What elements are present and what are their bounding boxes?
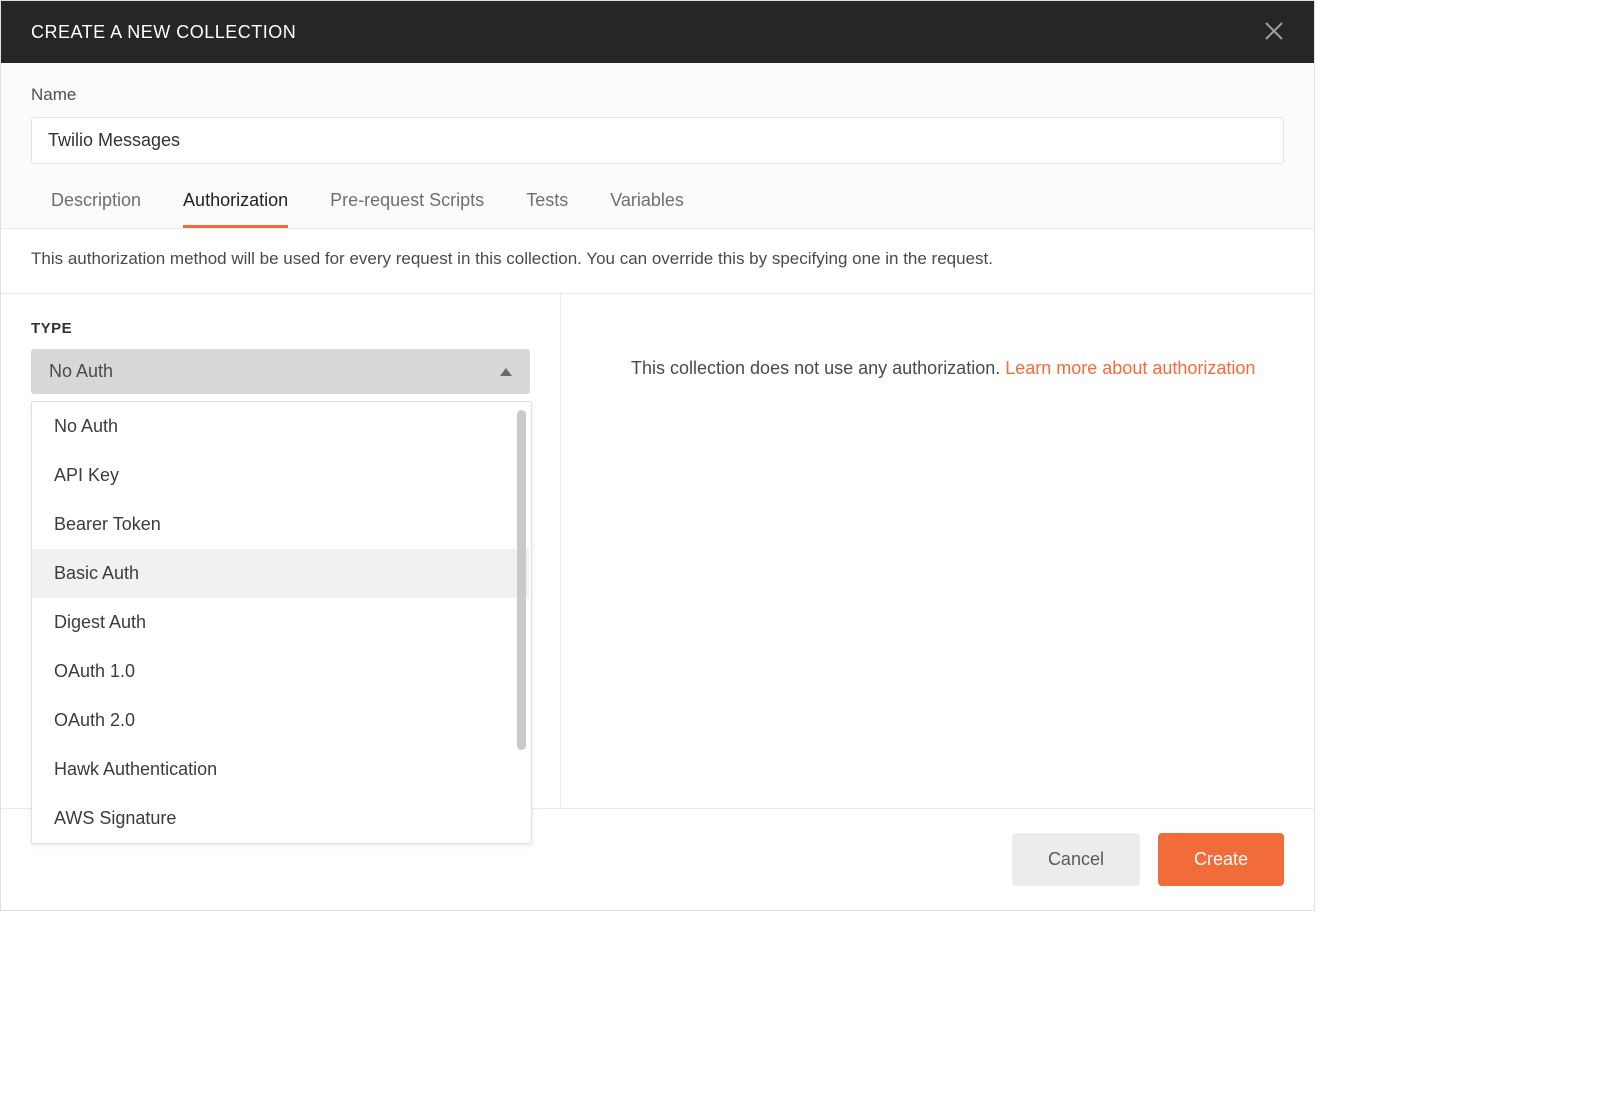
modal-title: CREATE A NEW COLLECTION bbox=[31, 22, 296, 43]
auth-right-panel: This collection does not use any authori… bbox=[561, 294, 1314, 808]
name-label: Name bbox=[31, 85, 1284, 105]
tab-authorization[interactable]: Authorization bbox=[183, 190, 288, 228]
cancel-button[interactable]: Cancel bbox=[1012, 833, 1140, 886]
name-section: Name bbox=[1, 63, 1314, 164]
auth-type-selected-value: No Auth bbox=[49, 361, 113, 382]
dropdown-option-basic-auth[interactable]: Basic Auth bbox=[32, 549, 529, 598]
auth-type-label: TYPE bbox=[31, 320, 530, 337]
dropdown-option-digest-auth[interactable]: Digest Auth bbox=[32, 598, 529, 647]
tab-pre-request-scripts[interactable]: Pre-request Scripts bbox=[330, 190, 484, 228]
auth-right-text: This collection does not use any authori… bbox=[631, 358, 1005, 378]
create-button[interactable]: Create bbox=[1158, 833, 1284, 886]
dropdown-option-aws-signature[interactable]: AWS Signature bbox=[32, 794, 529, 843]
caret-up-icon bbox=[500, 368, 512, 376]
tab-variables[interactable]: Variables bbox=[610, 190, 684, 228]
dropdown-option-bearer-token[interactable]: Bearer Token bbox=[32, 500, 529, 549]
dropdown-option-oauth-1[interactable]: OAuth 1.0 bbox=[32, 647, 529, 696]
create-collection-modal: CREATE A NEW COLLECTION Name Description… bbox=[0, 0, 1315, 911]
auth-type-select[interactable]: No Auth bbox=[31, 349, 530, 394]
auth-description: This authorization method will be used f… bbox=[1, 229, 1314, 294]
auth-type-dropdown: No Auth API Key Bearer Token Basic Auth … bbox=[31, 401, 532, 844]
dropdown-option-oauth-2[interactable]: OAuth 2.0 bbox=[32, 696, 529, 745]
dropdown-option-hawk[interactable]: Hawk Authentication bbox=[32, 745, 529, 794]
auth-left-panel: TYPE No Auth No Auth API Key Bearer Toke… bbox=[1, 294, 561, 808]
modal-body: Name Description Authorization Pre-reque… bbox=[1, 63, 1314, 808]
close-icon[interactable] bbox=[1264, 19, 1284, 45]
learn-more-link[interactable]: Learn more about authorization bbox=[1005, 358, 1255, 378]
modal-header: CREATE A NEW COLLECTION bbox=[1, 1, 1314, 63]
dropdown-option-api-key[interactable]: API Key bbox=[32, 451, 529, 500]
tab-tests[interactable]: Tests bbox=[526, 190, 568, 228]
dropdown-scrollbar[interactable] bbox=[517, 410, 526, 750]
tabs-row: Description Authorization Pre-request Sc… bbox=[1, 164, 1314, 229]
collection-name-input[interactable] bbox=[31, 117, 1284, 164]
dropdown-option-no-auth[interactable]: No Auth bbox=[32, 402, 529, 451]
auth-area: TYPE No Auth No Auth API Key Bearer Toke… bbox=[1, 294, 1314, 808]
tab-description[interactable]: Description bbox=[51, 190, 141, 228]
